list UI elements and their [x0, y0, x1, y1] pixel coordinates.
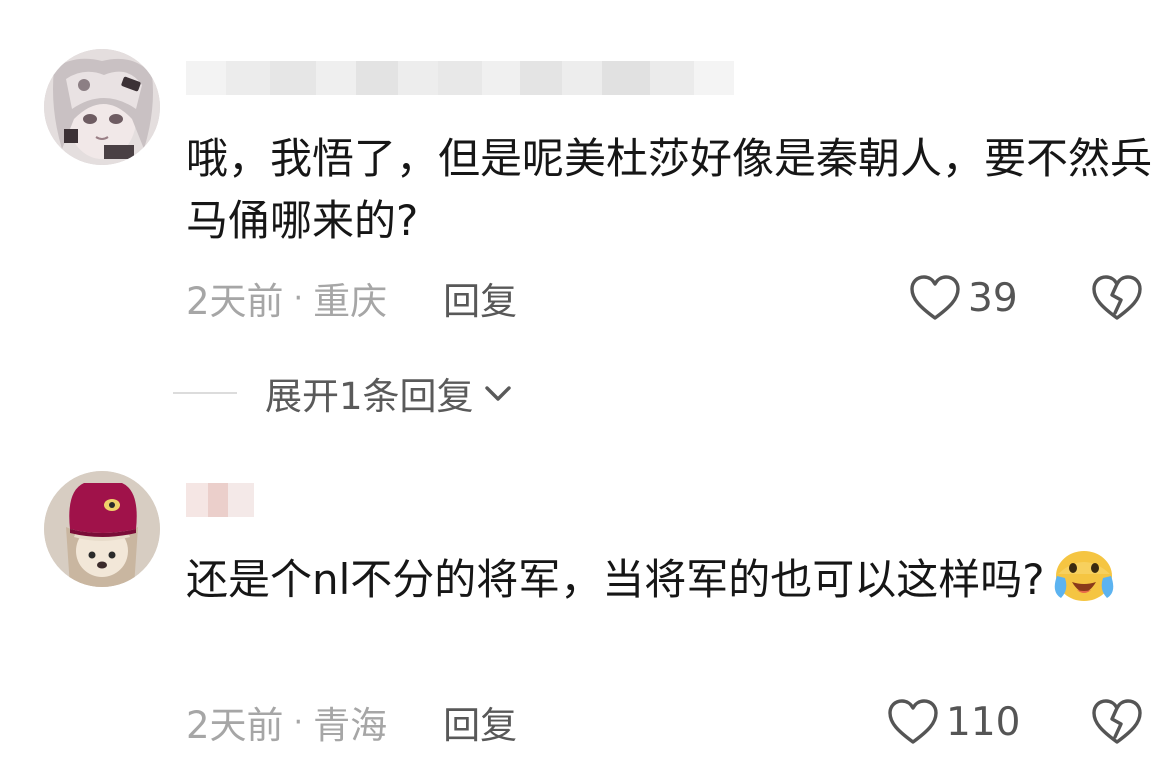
- comment-meta: 2天前 · 青海 回复: [186, 697, 517, 747]
- comment-location: 青海: [313, 704, 388, 747]
- divider-line: [173, 392, 237, 394]
- broken-heart-icon: [1092, 275, 1142, 320]
- heart-icon: [910, 275, 960, 320]
- username-blurred[interactable]: [186, 478, 254, 522]
- heart-icon: [888, 699, 938, 744]
- like-count: 110: [946, 699, 1021, 745]
- like-count: 39: [968, 275, 1018, 321]
- dog-with-hat-avatar-icon: [44, 471, 160, 587]
- chevron-down-icon: [484, 386, 511, 401]
- comment-location: 重庆: [313, 280, 388, 323]
- dislike-button[interactable]: [1090, 697, 1144, 747]
- dislike-button[interactable]: [1090, 273, 1144, 323]
- like-button[interactable]: 110: [886, 697, 1020, 747]
- meta-separator: ·: [293, 704, 304, 740]
- comment-text: 还是个nl不分的将军，当将军的也可以这样吗?: [186, 546, 1166, 621]
- comment-meta: 2天前 · 重庆 回复: [186, 273, 517, 323]
- crying-laughing-face-emoji-icon: [1053, 546, 1115, 621]
- broken-heart-icon: [1092, 699, 1142, 744]
- user-avatar[interactable]: [44, 49, 160, 165]
- reply-button[interactable]: 回复: [443, 271, 517, 325]
- comment-list: 哦，我悟了，但是呢美杜莎好像是秦朝人，要不然兵马俑哪来的? 2天前 · 重庆 回…: [0, 0, 1176, 784]
- username-blurred[interactable]: [186, 56, 734, 100]
- comment-time: 2天前: [186, 704, 284, 747]
- comment-time: 2天前: [186, 280, 284, 323]
- expand-replies-label: 展开1条回复: [265, 375, 474, 418]
- reply-button[interactable]: 回复: [443, 695, 517, 749]
- user-avatar[interactable]: [44, 471, 160, 587]
- like-button[interactable]: 39: [908, 273, 1018, 323]
- meta-separator: ·: [293, 280, 304, 316]
- anime-girl-avatar-icon: [44, 49, 160, 165]
- comment-text-content: 还是个nl不分的将军，当将军的也可以这样吗?: [186, 555, 1045, 604]
- expand-replies-button[interactable]: 展开1条回复: [173, 366, 514, 420]
- comment-text: 哦，我悟了，但是呢美杜莎好像是秦朝人，要不然兵马俑哪来的?: [186, 134, 1153, 245]
